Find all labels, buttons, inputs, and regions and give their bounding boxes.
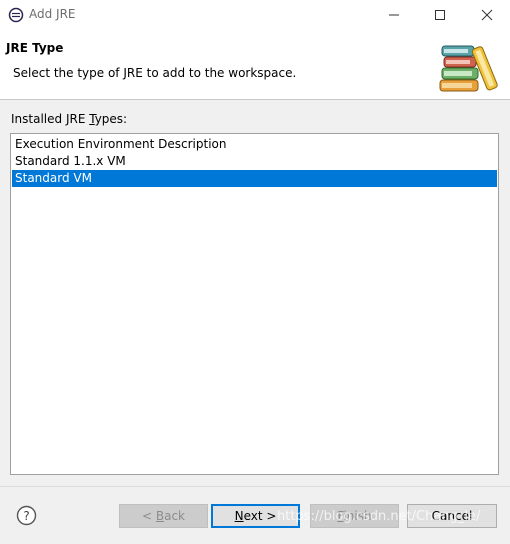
help-icon[interactable]: ? <box>16 505 37 526</box>
list-item[interactable]: Execution Environment Description <box>12 136 497 153</box>
minimize-button[interactable] <box>371 0 417 30</box>
list-item[interactable]: Standard VM <box>12 170 497 187</box>
window-title: Add JRE <box>29 7 76 21</box>
eclipse-icon <box>8 7 24 23</box>
wizard-banner: JRE Type Select the type of JRE to add t… <box>0 30 510 100</box>
maximize-button[interactable] <box>417 0 463 30</box>
close-icon <box>481 9 493 21</box>
close-button[interactable] <box>464 0 510 30</box>
books-icon <box>439 45 498 92</box>
svg-text:?: ? <box>23 509 29 523</box>
maximize-icon <box>435 10 445 20</box>
page-description: Select the type of JRE to add to the wor… <box>13 66 297 80</box>
divider <box>0 486 510 487</box>
list-item[interactable]: Standard 1.1.x VM <box>12 153 497 170</box>
back-button[interactable]: < Back <box>119 504 208 528</box>
page-title: JRE Type <box>6 41 64 55</box>
jre-types-list[interactable]: Execution Environment Description Standa… <box>10 133 499 475</box>
minimize-icon <box>389 14 399 16</box>
title-bar: Add JRE <box>0 0 510 30</box>
cancel-button[interactable]: Cancel <box>407 504 497 528</box>
next-button[interactable]: Next > <box>211 504 300 528</box>
finish-button[interactable]: Finish <box>310 504 399 528</box>
installed-jre-types-label: Installed JRE Types: <box>11 112 128 126</box>
